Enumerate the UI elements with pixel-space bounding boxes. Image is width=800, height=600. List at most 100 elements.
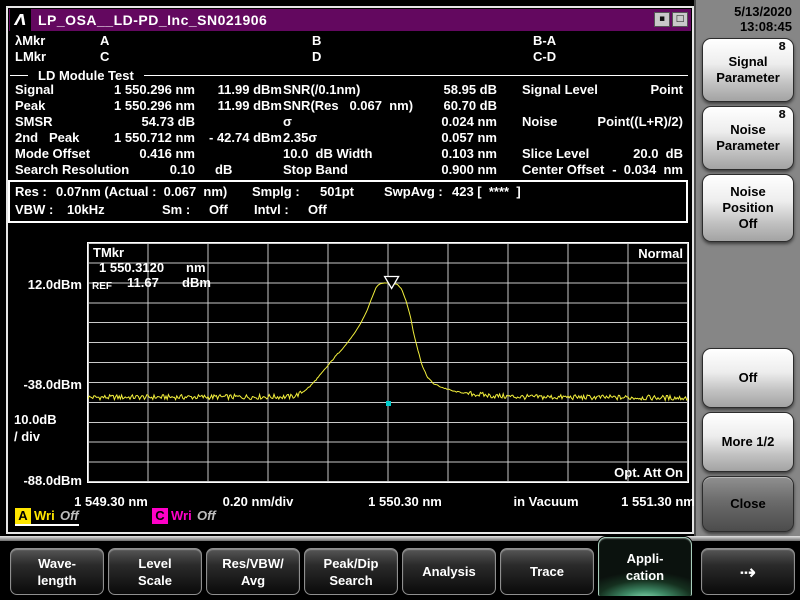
sampling-label: Smplg :: [252, 184, 300, 199]
sweep-average-label: SwpAvg :: [384, 184, 443, 199]
sigma-235-label: 2.35σ: [283, 130, 318, 145]
menu-peak-dip-search-button[interactable]: Peak/Dip Search: [304, 548, 398, 595]
sigma-label: σ: [283, 114, 292, 129]
more-pages-softkey[interactable]: More 1/2: [702, 412, 794, 472]
softkey-line: Close: [730, 496, 766, 511]
y-axis-bottom-label: -88.0dBm: [23, 473, 82, 488]
y-axis-ref-label: 12.0dBm: [27, 277, 82, 292]
vbw-value: 10kHz: [67, 202, 105, 217]
second-peak-level-value: - 42.74 dBm: [209, 130, 282, 145]
db-width-value: 0.103 nm: [441, 146, 497, 161]
marker-d-label: D: [312, 49, 322, 64]
close-softkey[interactable]: Close: [702, 476, 794, 532]
softkey-line: Noise: [730, 184, 766, 199]
softkey-line: Parameter: [716, 70, 780, 85]
menu-line: Avg: [240, 572, 266, 588]
trace-marker-wavelength: 1 550.3120: [99, 260, 165, 275]
level-marker-label: LMkr: [15, 49, 47, 64]
osa-screen: Λ LP_OSA__LD-PD_Inc_SN021906 ▪ □ λMkr A …: [0, 0, 800, 600]
x-axis-start-label: 1 549.30 nm: [74, 494, 148, 509]
peak-level-value: 11.99 dBm: [217, 98, 282, 113]
x-axis-medium-label: in Vacuum: [513, 494, 579, 509]
softkey-line: Noise: [730, 122, 766, 137]
search-resolution-value: 0.10: [169, 162, 195, 177]
smsr-label: SMSR: [15, 114, 53, 129]
menu-line: Wave-: [38, 555, 76, 571]
time-text: 13:08:45: [739, 19, 792, 34]
slice-level-value: 20.0 dB: [633, 146, 683, 161]
display-mode-label: Normal: [638, 246, 683, 261]
second-peak-wavelength-value: 1 550.712 nm: [114, 130, 195, 145]
sweep-average-value: 423 [ **** ]: [452, 184, 521, 199]
sampling-value: 501pt: [320, 184, 354, 199]
stop-band-label: Stop Band: [283, 162, 348, 177]
y-axis-scale-unit: / div: [14, 429, 41, 444]
trace-a-swatch: A: [15, 508, 31, 524]
center-offset-value: - 0.034 nm: [612, 162, 683, 177]
menu-level-scale-button[interactable]: Level Scale: [108, 548, 202, 595]
peak-wavelength-value: 1 550.296 nm: [114, 98, 195, 113]
menu-line: Res/VBW/: [222, 555, 284, 571]
softkey-line: More 1/2: [721, 434, 775, 449]
noise-mode-label: Noise: [522, 114, 558, 129]
clock: 5/13/2020 13:08:45: [698, 4, 792, 34]
y-axis-scale-label: 10.0dB: [14, 412, 57, 427]
marker-b-label: B: [312, 33, 322, 48]
menu-line: Level: [138, 555, 172, 571]
menu-trace-button[interactable]: Trace: [500, 548, 594, 595]
menu-application-button[interactable]: Appli- cation: [598, 537, 692, 596]
noise-parameter-softkey[interactable]: 8 Noise Parameter: [702, 106, 794, 170]
menu-more-arrow-button[interactable]: ⇢: [701, 548, 795, 595]
window-title: LP_OSA__LD-PD_Inc_SN021906: [38, 12, 268, 28]
signal-level-mode-value: Point: [650, 82, 684, 97]
signal-label: Signal: [15, 82, 55, 97]
interval-value: Off: [308, 202, 327, 217]
marker-a-label: A: [100, 33, 110, 48]
trace-a-state: Off: [60, 508, 79, 523]
menu-analysis-button[interactable]: Analysis: [402, 548, 496, 595]
spectrum-plot: [87, 242, 689, 483]
x-axis-stop-label: 1 551.30 nm: [621, 494, 695, 509]
maximize-button[interactable]: □: [672, 12, 688, 27]
menu-line: Trace: [530, 564, 564, 579]
softkey-line: Off: [738, 216, 758, 231]
softkey-line: Signal: [728, 54, 768, 69]
menu-res-vbw-avg-button[interactable]: Res/VBW/ Avg: [206, 548, 300, 595]
mode-offset-value: 0.416 nm: [139, 146, 195, 161]
trace-c-state: Off: [197, 508, 216, 523]
smsr-value: 54.73 dB: [141, 114, 195, 129]
marker-c-label: C: [100, 49, 110, 64]
search-resolution-unit: dB: [215, 162, 233, 177]
snr-01nm-value: 58.95 dB: [443, 82, 497, 97]
snr-01nm-label: SNR(/0.1nm): [283, 82, 361, 97]
ref-line-label: REF: [92, 281, 112, 292]
dialog-icon: 8: [778, 40, 786, 53]
softkey-line: Parameter: [716, 138, 780, 153]
snr-res-value: 60.70 dB: [443, 98, 497, 113]
softkey-line: Position: [722, 200, 774, 215]
smoothing-value: Off: [209, 202, 228, 217]
softkey-line: Off: [738, 370, 758, 385]
trace-c-mode: Wri: [171, 508, 192, 523]
optical-attenuator-status: Opt. Att On: [614, 465, 683, 480]
wavelength-marker-label: λMkr: [15, 33, 46, 48]
signal-parameter-softkey[interactable]: 8 Signal Parameter: [702, 38, 794, 102]
minimize-button[interactable]: ▪: [654, 12, 670, 27]
smoothing-label: Sm :: [162, 202, 191, 217]
vbw-label: VBW :: [15, 202, 54, 217]
trace-a-mode: Wri: [34, 508, 55, 523]
app-logo-icon: Λ: [10, 9, 31, 31]
trace-marker-wavelength-unit: nm: [186, 260, 206, 275]
noise-position-softkey[interactable]: Noise Position Off: [702, 174, 794, 242]
stop-band-value: 0.900 nm: [441, 162, 497, 177]
sigma-235-value: 0.057 nm: [441, 130, 497, 145]
res-label: Res :: [15, 184, 47, 199]
marker-c-d-label: C-D: [533, 49, 557, 64]
off-softkey[interactable]: Off: [702, 348, 794, 408]
signal-wavelength-value: 1 550.296 nm: [114, 82, 195, 97]
marker-b-a-label: B-A: [533, 33, 557, 48]
active-trace-underline: [15, 524, 79, 526]
menu-wavelength-button[interactable]: Wave- length: [10, 548, 104, 595]
x-axis-scale-label: 0.20 nm/div: [222, 494, 294, 509]
res-value: 0.07nm (Actual : 0.067 nm): [56, 184, 228, 199]
